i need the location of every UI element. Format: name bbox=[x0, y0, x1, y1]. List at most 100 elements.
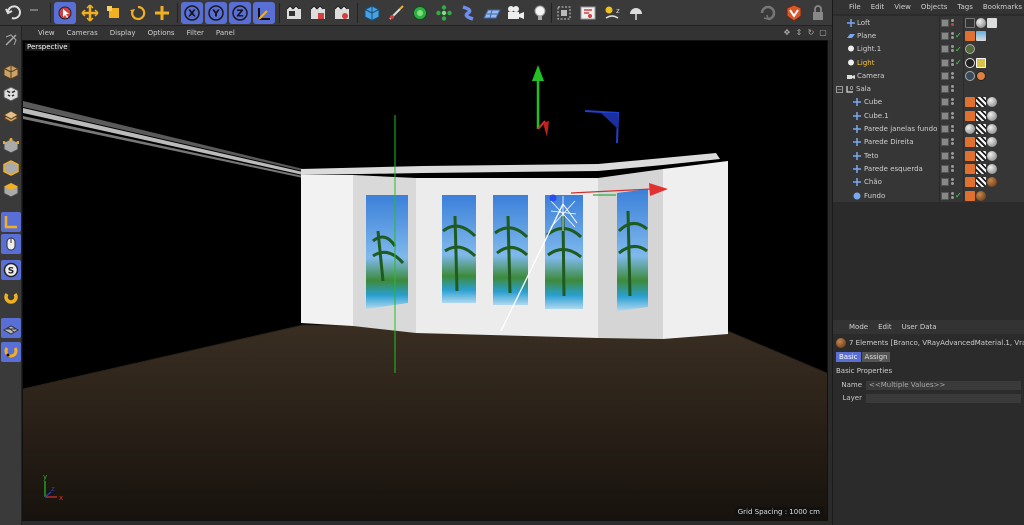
enabled-check-icon[interactable]: ✓ bbox=[955, 58, 962, 67]
interactive-render-region-icon[interactable] bbox=[577, 2, 599, 24]
enabled-check-icon[interactable]: ✓ bbox=[955, 191, 962, 200]
cube-primitive-icon[interactable] bbox=[361, 2, 383, 24]
layer-flag[interactable] bbox=[941, 71, 949, 80]
object-row-plane[interactable]: Plane ✓ bbox=[833, 29, 1024, 42]
snap-icon[interactable]: S bbox=[1, 260, 21, 280]
material-tag-icon[interactable] bbox=[976, 190, 986, 201]
target-tag-icon[interactable] bbox=[965, 70, 975, 81]
material-tag-icon[interactable] bbox=[987, 150, 997, 161]
layer-flag[interactable] bbox=[941, 191, 949, 200]
material-tag-icon[interactable] bbox=[987, 137, 997, 148]
polygons-mode-icon[interactable] bbox=[1, 180, 21, 200]
render-settings-icon[interactable] bbox=[331, 2, 353, 24]
x-axis-lock-icon[interactable]: X bbox=[181, 2, 203, 24]
tweak-mode-icon[interactable] bbox=[1, 234, 21, 254]
y-axis-lock-icon[interactable]: Y bbox=[205, 2, 227, 24]
material-tag-icon[interactable] bbox=[976, 17, 986, 28]
texture-tag-icon[interactable] bbox=[976, 110, 986, 121]
points-mode-icon[interactable] bbox=[1, 136, 21, 156]
layer-input[interactable] bbox=[866, 393, 1021, 403]
enabled-check-icon[interactable]: ✓ bbox=[955, 31, 962, 40]
layer-flag[interactable] bbox=[941, 151, 949, 160]
object-row-sala[interactable]: − 0 Sala bbox=[833, 83, 1024, 96]
visibility-dots[interactable] bbox=[951, 111, 955, 120]
collapse-toggle-icon[interactable]: − bbox=[836, 85, 843, 93]
texture-tag-icon[interactable] bbox=[976, 150, 986, 161]
texture-tag-icon[interactable] bbox=[976, 124, 986, 135]
viewport-menu-cameras[interactable]: Cameras bbox=[61, 29, 104, 37]
model-mode-icon[interactable] bbox=[1, 62, 21, 82]
layer-flag[interactable] bbox=[941, 178, 949, 187]
3d-viewport[interactable]: y x z Perspective Grid Spacing : 1000 cm bbox=[22, 40, 828, 521]
scale-icon[interactable] bbox=[103, 2, 125, 24]
texture-mode-icon[interactable] bbox=[1, 84, 21, 104]
layer-flag[interactable] bbox=[941, 58, 949, 67]
uv-tag-icon[interactable] bbox=[965, 110, 975, 121]
move-icon[interactable] bbox=[79, 2, 101, 24]
viewport-pan-icon[interactable]: ✥ bbox=[782, 27, 792, 38]
target-tag-icon[interactable] bbox=[965, 57, 975, 68]
layer-flag[interactable] bbox=[941, 125, 949, 134]
target-tag-icon[interactable] bbox=[965, 44, 975, 55]
light-icon[interactable] bbox=[529, 2, 551, 24]
layer-flag[interactable] bbox=[941, 31, 949, 40]
tab-basic[interactable]: Basic bbox=[836, 352, 861, 362]
layer-flag[interactable] bbox=[941, 138, 949, 147]
camera-icon[interactable] bbox=[505, 2, 527, 24]
uv-tag-icon[interactable] bbox=[965, 163, 975, 174]
visibility-dots[interactable] bbox=[951, 138, 955, 146]
material-tag-icon[interactable] bbox=[965, 124, 975, 135]
layer-flag[interactable] bbox=[941, 164, 949, 173]
layout-switch-icon[interactable] bbox=[757, 2, 779, 24]
visibility-dots[interactable] bbox=[951, 164, 955, 173]
layout-lock-icon[interactable] bbox=[807, 2, 829, 24]
texture-tag-icon[interactable] bbox=[976, 163, 986, 174]
camera-label[interactable]: Perspective bbox=[25, 43, 70, 51]
viewport-rotate-icon[interactable]: ↻ bbox=[806, 27, 816, 38]
visibility-dots[interactable] bbox=[951, 85, 955, 93]
material-tag-icon[interactable] bbox=[987, 97, 997, 108]
tab-assign[interactable]: Assign bbox=[861, 352, 891, 362]
workplane-lock-icon[interactable] bbox=[1, 318, 21, 338]
layer-flag[interactable] bbox=[941, 85, 949, 94]
uv-tag-icon[interactable] bbox=[965, 137, 975, 148]
rotate-icon[interactable] bbox=[127, 2, 149, 24]
object-row-cube-1[interactable]: Cube.1 bbox=[833, 109, 1024, 122]
sky-sun-icon[interactable]: z bbox=[601, 2, 623, 24]
object-row-light-1[interactable]: Light.1 ✓ bbox=[833, 43, 1024, 56]
viewport-menu-panel[interactable]: Panel bbox=[210, 29, 241, 37]
layer-flag[interactable] bbox=[941, 18, 949, 27]
layer-flag[interactable] bbox=[941, 111, 949, 120]
attr-menu-user-data[interactable]: User Data bbox=[897, 323, 942, 331]
viewport-menu-filter[interactable]: Filter bbox=[181, 29, 210, 37]
om-menu-edit[interactable]: Edit bbox=[866, 3, 890, 11]
om-menu-tags[interactable]: Tags bbox=[952, 3, 978, 11]
object-row-light[interactable]: Light ✓ bbox=[833, 56, 1024, 69]
visibility-dots[interactable] bbox=[951, 151, 955, 160]
object-row-fundo[interactable]: Fundo ✓ bbox=[833, 189, 1024, 202]
texture-tag-icon[interactable] bbox=[976, 137, 986, 148]
texture-tag-icon[interactable] bbox=[976, 97, 986, 108]
lock-workplane-icon[interactable] bbox=[1, 342, 21, 362]
uv-tag-icon[interactable] bbox=[965, 30, 975, 41]
visibility-dots[interactable] bbox=[951, 98, 955, 106]
array-icon[interactable] bbox=[433, 2, 455, 24]
layer-flag[interactable] bbox=[941, 45, 949, 54]
object-row-parede-esquerda[interactable]: Parede esquerda bbox=[833, 162, 1024, 175]
viewport-menu-view[interactable]: View bbox=[22, 29, 61, 37]
visibility-dots[interactable] bbox=[951, 178, 955, 186]
material-tag-icon[interactable] bbox=[987, 163, 997, 174]
deformer-icon[interactable] bbox=[457, 2, 479, 24]
make-editable-icon[interactable] bbox=[1, 30, 21, 50]
om-menu-objects[interactable]: Objects bbox=[916, 3, 952, 11]
workplane-mode-icon[interactable] bbox=[1, 106, 21, 126]
protection-tag-icon[interactable] bbox=[976, 70, 986, 81]
add-tool-icon[interactable] bbox=[151, 2, 173, 24]
object-row-camera[interactable]: Camera bbox=[833, 69, 1024, 82]
edges-mode-icon[interactable] bbox=[1, 158, 21, 178]
z-axis-lock-icon[interactable]: Z bbox=[229, 2, 251, 24]
object-row-teto[interactable]: Teto bbox=[833, 149, 1024, 162]
layer-flag[interactable] bbox=[941, 98, 949, 107]
spline-pen-icon[interactable] bbox=[385, 2, 407, 24]
uv-tag-icon[interactable] bbox=[965, 97, 975, 108]
